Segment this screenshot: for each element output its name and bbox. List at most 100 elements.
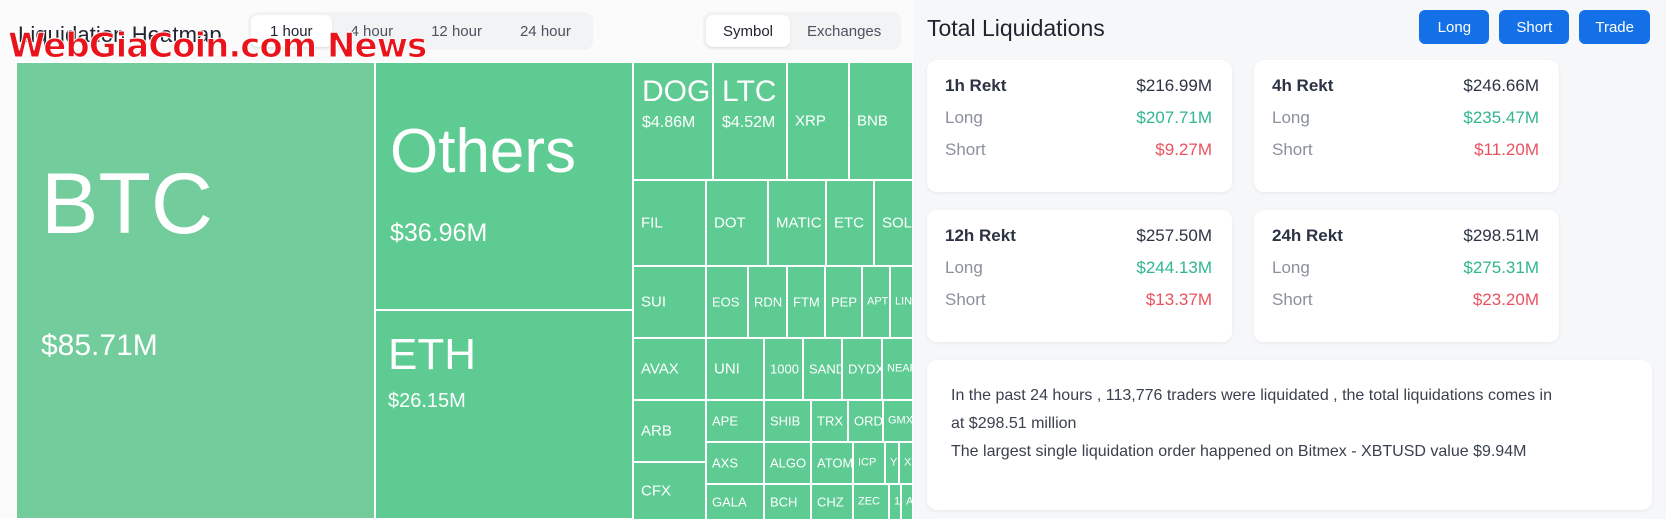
timeframe-tab-12-hour[interactable]: 12 hour [412,15,501,47]
treemap-tile-eos[interactable]: EOS [706,266,748,338]
treemap-tile-btc[interactable]: BTC $85.71M [16,62,375,519]
treemap-tile-xmr[interactable]: XMR [899,442,913,484]
page-title: Liquidation Heatmap [18,22,222,47]
rekt-stat-grid: 1h Rekt $216.99M Long $207.71M Short $9.27M 4h… [927,60,1652,342]
treemap-tile-zec[interactable]: ZEC [853,484,889,519]
treemap-tile-symbol: AXS [712,455,739,471]
rekt-card-title: 4h Rekt [1272,76,1334,95]
treemap-tile-doge[interactable]: DOGE $4.86M [633,62,713,180]
treemap-tile-ord[interactable]: ORD [848,400,883,442]
treemap-tile-symbol: MATIC [776,214,822,232]
treemap-tile-symbol: FIL [641,214,663,232]
treemap-tile-shib[interactable]: SHIB [764,400,811,442]
treemap-tile-gmx[interactable]: GMX [883,400,913,442]
treemap-tile-symbol: SHIB [770,413,801,429]
rekt-long-label: Long [945,258,983,277]
treemap-tile-symbol: LINK [895,295,913,308]
summary-card: In the past 24 hours , 113,776 traders w… [927,360,1652,510]
treemap-tile-etc[interactable]: ETC [826,180,874,266]
treemap-tile-ftm[interactable]: FTM [787,266,825,338]
treemap-tile-link[interactable]: LINK [890,266,913,338]
treemap-tile-value: $4.86M [642,114,696,131]
treemap-tile-symbol: DYDX [848,361,882,377]
panel-title: Total Liquidations [927,15,1105,41]
treemap-tile-arb[interactable]: ARB [633,400,706,462]
treemap-tile-symbol: ICP [858,456,877,469]
treemap-tile-symbol: CHZ [817,494,844,510]
long-button[interactable]: Long [1419,10,1490,44]
treemap-tile-symbol: RDN [754,294,783,310]
liquidation-treemap[interactable]: BTC $85.71M Others $36.96M ETH $26.15M DOGE $4.… [16,62,913,519]
summary-line-3: The largest single liquidation order hap… [951,443,1527,460]
timeframe-tab-1-hour[interactable]: 1 hour [251,15,332,47]
treemap-tile-symbol: SOL [882,214,913,232]
treemap-tile-sui[interactable]: SUI [633,266,706,338]
treemap-tile-near[interactable]: NEAR [882,338,913,400]
trade-button[interactable]: Trade [1579,10,1650,44]
treemap-tile-1000[interactable]: 1000 [764,338,803,400]
treemap-tile-symbol: NEAR [887,362,912,375]
treemap-tile-bch[interactable]: BCH [764,484,811,519]
rekt-short-value: $23.20M [1472,290,1539,309]
treemap-tile-fil[interactable]: FIL [633,180,706,266]
treemap-tile-symbol: ARB [641,422,672,440]
treemap-tile-symbol: UNI [714,360,740,378]
treemap-tile-ape[interactable]: APE [706,400,764,442]
treemap-tile-ltc[interactable]: LTC $4.52M [713,62,787,180]
treemap-tile-a[interactable]: A [901,484,913,519]
treemap-tile-symbol: BNB [857,112,888,130]
treemap-tile-symbol: A [906,495,913,508]
rekt-total-row: 12h Rekt $257.50M [945,226,1212,246]
treemap-tile-icp[interactable]: ICP [853,442,885,484]
treemap-tile-pep[interactable]: PEP [825,266,862,338]
treemap-tile-atom[interactable]: ATOM [811,442,853,484]
timeframe-tab-4-hour[interactable]: 4 hour [332,15,413,47]
treemap-tile-gala[interactable]: GALA [706,484,764,519]
short-button[interactable]: Short [1499,10,1570,44]
rekt-short-value: $9.27M [1155,140,1212,159]
rekt-total-row: 24h Rekt $298.51M [1272,226,1539,246]
rekt-short-row: Short $13.37M [945,290,1212,310]
treemap-tile-eth[interactable]: ETH $26.15M [375,310,633,519]
treemap-tile-1[interactable]: 1 [889,484,901,519]
treemap-tile-chz[interactable]: CHZ [811,484,853,519]
treemap-tile-symbol: FTM [793,294,820,310]
rekt-total-value: $298.51M [1463,226,1539,245]
timeframe-tab-24-hour[interactable]: 24 hour [501,15,590,47]
treemap-tile-matic[interactable]: MATIC [768,180,826,266]
rekt-total-row: 4h Rekt $246.66M [1272,76,1539,96]
view-mode-tab-symbol[interactable]: Symbol [706,15,791,47]
treemap-tile-yfi[interactable]: YFI [885,442,899,484]
treemap-tile-symbol: SAND [809,361,842,377]
treemap-tile-symbol: GMX [888,414,913,427]
treemap-tile-dot[interactable]: DOT [706,180,768,266]
treemap-tile-cfx[interactable]: CFX [633,462,706,519]
liquidation-dashboard: Liquidation Heatmap 1 hour 4 hour 12 hour 2… [0,0,1666,519]
treemap-tile-rdn[interactable]: RDN [748,266,787,338]
treemap-tile-sand[interactable]: SAND [803,338,842,400]
treemap-tile-symbol: ETH [388,330,476,379]
treemap-tile-xrp[interactable]: XRP [787,62,849,180]
view-mode-tab-exchanges[interactable]: Exchanges [790,15,898,47]
treemap-tile-bnb[interactable]: BNB [849,62,913,180]
total-liquidations-header: Total Liquidations Long Short Trade [913,0,1666,56]
treemap-tile-others[interactable]: Others $36.96M [375,62,633,310]
rekt-total-value: $216.99M [1136,76,1212,95]
rekt-card-12h: 12h Rekt $257.50M Long $244.13M Short $13.37M [927,210,1232,342]
treemap-tile-axs[interactable]: AXS [706,442,764,484]
treemap-tile-symbol: Others [390,117,577,186]
view-mode-tab-group: Symbol Exchanges [703,12,902,50]
rekt-long-value: $207.71M [1136,108,1212,127]
treemap-tile-uni[interactable]: UNI [706,338,764,400]
treemap-tile-apt[interactable]: APT [862,266,890,338]
treemap-tile-symbol: ORD [854,413,883,429]
treemap-tile-algo[interactable]: ALGO [764,442,811,484]
treemap-tile-avax[interactable]: AVAX [633,338,706,400]
rekt-card-title: 1h Rekt [945,76,1007,95]
rekt-long-row: Long $275.31M [1272,258,1539,278]
treemap-tile-symbol: 1 [894,495,901,508]
treemap-tile-dydx[interactable]: DYDX [842,338,882,400]
treemap-tile-trx[interactable]: TRX [811,400,848,442]
treemap-tile-sol[interactable]: SOL [874,180,913,266]
treemap-tile-symbol: SUI [641,293,667,311]
